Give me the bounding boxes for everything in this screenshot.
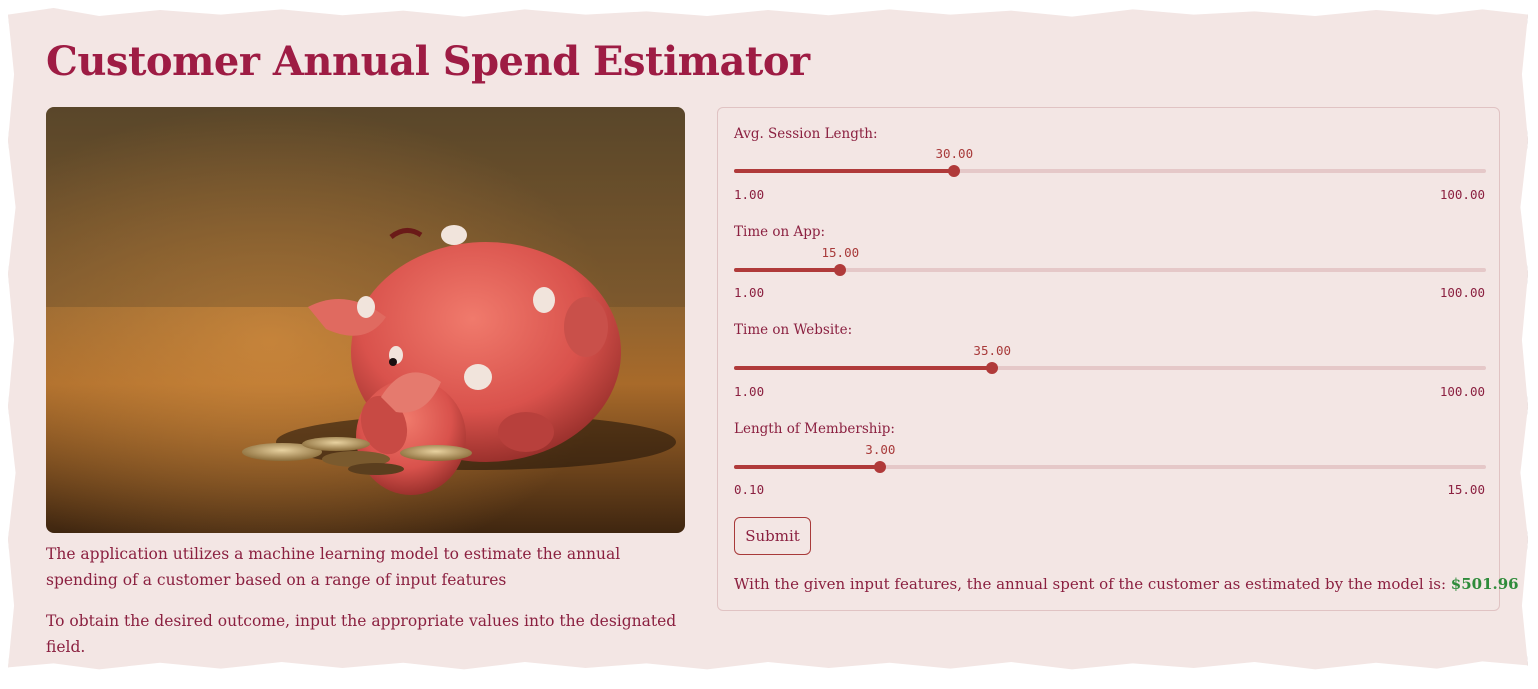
slider-thumb[interactable] <box>834 264 847 276</box>
time-on-app-max: 100.00 <box>1439 285 1485 300</box>
app-description: The application utilizes a machine learn… <box>46 545 621 589</box>
time-on-website-max: 100.00 <box>1439 384 1485 399</box>
length-of-membership-max: 15.00 <box>1447 482 1485 497</box>
length-of-membership-slider[interactable] <box>734 461 1486 473</box>
slider-fill <box>734 465 881 469</box>
avg-session-length-label: Avg. Session Length: <box>734 126 878 142</box>
slider-fill <box>734 268 841 272</box>
time-on-website-label: Time on Website: <box>734 322 853 338</box>
time-on-website-slider[interactable] <box>734 362 1486 374</box>
slider-thumb[interactable] <box>948 165 961 177</box>
avg-session-length-value: 30.00 <box>935 146 974 161</box>
submit-button[interactable]: Submit <box>734 517 811 555</box>
page-background: Customer Annual Spend Estimator The appl… <box>8 8 1528 670</box>
time-on-website-min: 1.00 <box>734 384 765 399</box>
avg-session-length-min: 1.00 <box>734 187 765 202</box>
result-text: With the given input features, the annua… <box>734 575 1451 593</box>
slider-fill <box>734 169 955 173</box>
slider-fill <box>734 366 993 370</box>
slider-thumb[interactable] <box>986 362 999 374</box>
time-on-app-min: 1.00 <box>734 285 765 300</box>
page-title: Customer Annual Spend Estimator <box>46 38 810 85</box>
piggy-bank-image <box>46 107 685 533</box>
time-on-app-label: Time on App: <box>734 224 826 240</box>
length-of-membership-label: Length of Membership: <box>734 421 895 437</box>
length-of-membership-value: 3.00 <box>865 442 896 457</box>
instructions-text: To obtain the desired outcome, input the… <box>46 612 677 656</box>
prediction-result: With the given input features, the annua… <box>734 575 1519 593</box>
result-value: $501.96 <box>1450 575 1519 593</box>
input-form-panel: Avg. Session Length: 30.00 1.00 100.00 T… <box>717 107 1519 611</box>
time-on-app-slider[interactable] <box>734 264 1486 276</box>
length-of-membership-min: 0.10 <box>734 482 765 497</box>
time-on-website-value: 35.00 <box>973 343 1012 358</box>
slider-thumb[interactable] <box>874 461 887 473</box>
time-on-app-value: 15.00 <box>821 245 860 260</box>
avg-session-length-max: 100.00 <box>1439 187 1485 202</box>
avg-session-length-slider[interactable] <box>734 165 1486 177</box>
